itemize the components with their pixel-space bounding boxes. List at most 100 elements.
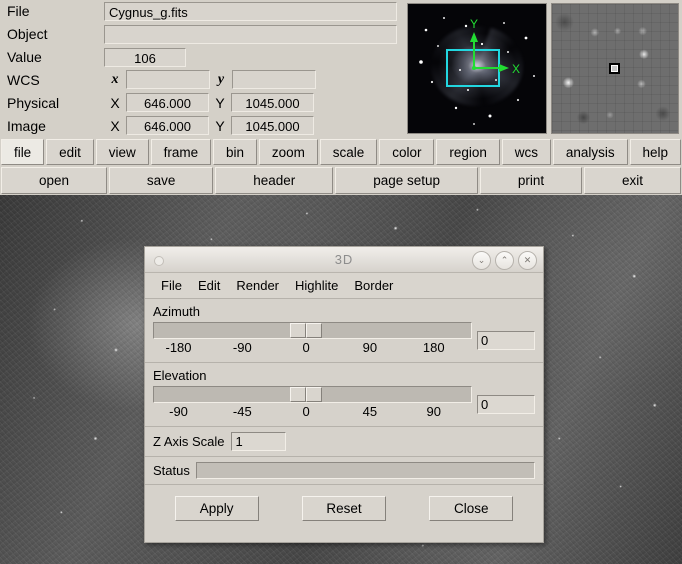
elevation-label: Elevation (153, 368, 207, 383)
menu-bin[interactable]: bin (213, 139, 257, 165)
button-save[interactable]: save (108, 167, 214, 194)
image-canvas[interactable]: 3D ⌄ ⌃ ✕ File Edit Render Highlite Border Az… (0, 195, 682, 564)
azimuth-tick-0: -180 (165, 340, 192, 355)
image-y-field[interactable]: 1045.000 (231, 116, 314, 136)
panner[interactable]: Y X (407, 3, 547, 134)
file-label: File (7, 3, 30, 20)
compass-y-label: Y (470, 17, 478, 31)
button-header[interactable]: header (215, 167, 334, 194)
dialog-menu-file[interactable]: File (155, 276, 188, 295)
dialog-menu-edit[interactable]: Edit (192, 276, 226, 295)
azimuth-slider-thumb[interactable] (290, 323, 323, 338)
elevation-tick-0: -90 (169, 404, 188, 419)
azimuth-tick-1: -90 (232, 340, 252, 355)
z-axis-scale-row: Z Axis Scale 1 (145, 427, 543, 457)
azimuth-value-field[interactable]: 0 (477, 331, 535, 350)
info-row-physical: Physical X 646.000 Y 1045.000 (0, 91, 404, 114)
button-exit[interactable]: exit (584, 167, 681, 194)
image-x-field[interactable]: 646.000 (126, 116, 209, 136)
info-panel: File Cygnus_g.fits Object Value 106 WCS … (0, 0, 682, 137)
menu-file[interactable]: file (1, 139, 45, 165)
physical-x-axis-label: X (110, 94, 120, 111)
close-icon[interactable]: ✕ (518, 251, 537, 270)
dialog-menu-highlite[interactable]: Highlite (289, 276, 344, 295)
elevation-slider[interactable] (153, 386, 472, 403)
physical-y-axis-label: Y (215, 94, 225, 111)
azimuth-tick-3: 90 (362, 340, 378, 355)
dialog-menu-border[interactable]: Border (348, 276, 399, 295)
physical-y-field[interactable]: 1045.000 (231, 93, 314, 113)
elevation-tick-4: 90 (426, 404, 441, 419)
info-row-file: File Cygnus_g.fits (0, 0, 404, 23)
azimuth-section: Azimuth -180 -90 0 90 180 0 (145, 299, 543, 363)
pixel-value-field[interactable]: 106 (104, 47, 186, 67)
compass-x-label: X (512, 62, 520, 76)
info-row-value: Value 106 (0, 46, 404, 69)
panner-compass: Y X (470, 17, 520, 76)
physical-x-field[interactable]: 646.000 (126, 93, 209, 113)
file-value-field[interactable]: Cygnus_g.fits (104, 1, 397, 21)
menu-region[interactable]: region (436, 139, 500, 165)
maximize-icon[interactable]: ⌃ (495, 251, 514, 270)
button-open[interactable]: open (1, 167, 107, 194)
button-page-setup[interactable]: page setup (335, 167, 478, 194)
secondary-buttonbar: open save header page setup print exit (0, 166, 682, 195)
menu-view[interactable]: view (95, 139, 149, 165)
dialog-menubar: File Edit Render Highlite Border (145, 273, 543, 299)
z-axis-scale-field[interactable]: 1 (230, 432, 286, 451)
elevation-slider-row: -90 -45 0 45 90 0 (153, 386, 535, 423)
dialog-menu-render[interactable]: Render (230, 276, 285, 295)
value-label: Value (7, 49, 42, 66)
menu-color[interactable]: color (379, 139, 435, 165)
close-button[interactable]: Close (429, 496, 514, 521)
object-value-field[interactable] (104, 24, 397, 44)
panner-overlay: Y X (419, 17, 535, 125)
menu-analysis[interactable]: analysis (552, 139, 628, 165)
azimuth-tick-2: 0 (302, 340, 310, 355)
info-row-object: Object (0, 23, 404, 46)
azimuth-tick-4: 180 (422, 340, 445, 355)
elevation-value-field[interactable]: 0 (477, 395, 535, 414)
dialog-titlebar[interactable]: 3D ⌄ ⌃ ✕ (145, 247, 543, 273)
status-row: Status (145, 457, 543, 485)
menu-scale[interactable]: scale (319, 139, 378, 165)
info-row-image: Image X 646.000 Y 1045.000 (0, 114, 404, 137)
magnifier[interactable] (551, 3, 679, 134)
info-row-wcs: WCS x y (0, 69, 404, 92)
image-y-axis-label: Y (215, 117, 225, 134)
elevation-tick-labels: -90 -45 0 45 90 (153, 404, 472, 423)
elevation-slider-thumb[interactable] (290, 387, 323, 402)
wcs-y-axis-label: y (217, 71, 225, 87)
wcs-label: WCS (7, 71, 40, 88)
wcs-y-field[interactable] (232, 70, 316, 90)
object-label: Object (7, 26, 48, 43)
info-fields-grid: File Cygnus_g.fits Object Value 106 WCS … (0, 0, 404, 137)
physical-label: Physical (7, 94, 60, 111)
menu-edit[interactable]: edit (46, 139, 94, 165)
menu-help[interactable]: help (629, 139, 681, 165)
azimuth-scale-wrap: -180 -90 0 90 180 (153, 322, 472, 359)
wcs-x-field[interactable] (126, 70, 210, 90)
dialog-button-row: Apply Reset Close (145, 485, 543, 532)
z-axis-scale-label: Z Axis Scale (153, 434, 225, 449)
menu-zoom[interactable]: zoom (258, 139, 318, 165)
elevation-tick-2: 0 (302, 404, 310, 419)
magnifier-cursor-box (609, 62, 620, 74)
menu-wcs[interactable]: wcs (501, 139, 551, 165)
apply-button[interactable]: Apply (174, 496, 259, 521)
elevation-tick-1: -45 (232, 404, 252, 419)
wcs-x-axis-label: x (111, 71, 119, 87)
elevation-scale-wrap: -90 -45 0 45 90 (153, 386, 472, 423)
three-d-dialog: 3D ⌄ ⌃ ✕ File Edit Render Highlite Border Az… (144, 246, 544, 543)
azimuth-label: Azimuth (153, 304, 200, 319)
azimuth-slider[interactable] (153, 322, 472, 339)
image-x-axis-label: X (110, 117, 120, 134)
ds9-application-window: File Cygnus_g.fits Object Value 106 WCS … (0, 0, 682, 564)
reset-button[interactable]: Reset (301, 496, 386, 521)
elevation-section: Elevation -90 -45 0 45 90 0 (145, 363, 543, 427)
button-print[interactable]: print (479, 167, 583, 194)
minimize-icon[interactable]: ⌄ (472, 251, 491, 270)
menu-frame[interactable]: frame (150, 139, 212, 165)
main-menubar: file edit view frame bin zoom scale color region… (0, 138, 682, 166)
window-menu-icon[interactable] (154, 256, 164, 266)
